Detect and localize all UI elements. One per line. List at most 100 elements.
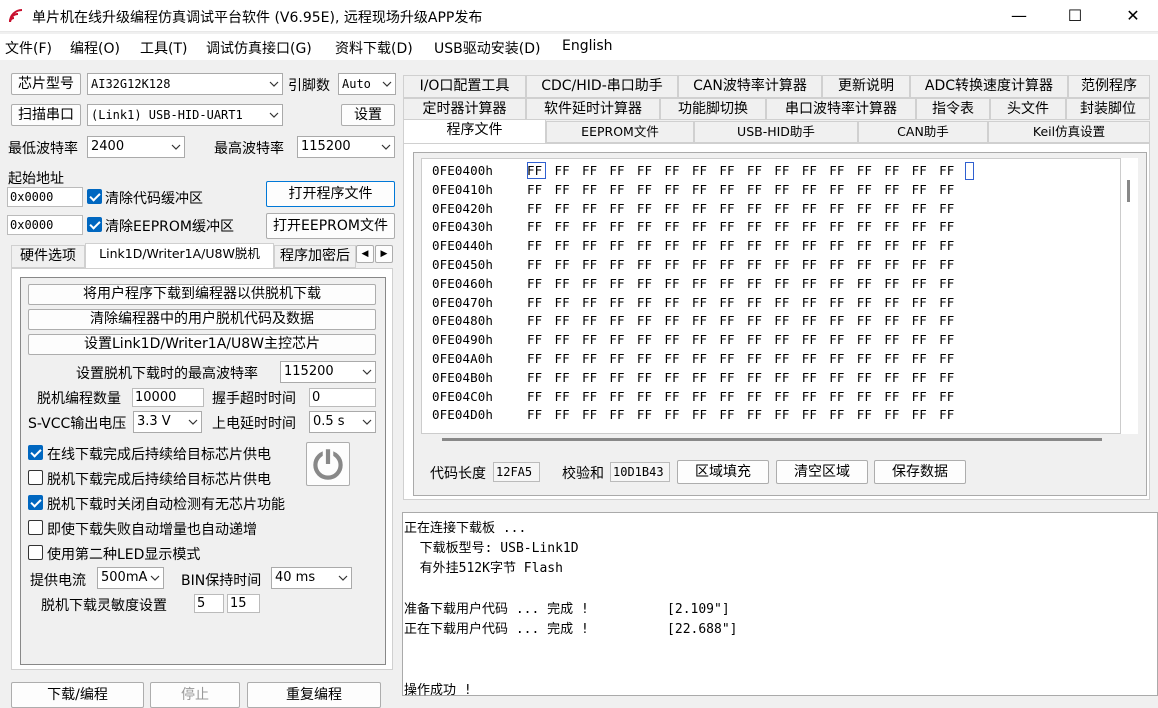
code-address-input[interactable]: 0x0000	[7, 187, 83, 207]
tab-program-encryption[interactable]: 程序加密后	[274, 245, 356, 268]
supply-current-select[interactable]: 500mA	[97, 567, 164, 589]
sensitivity-label: 脱机下载灵敏度设置	[41, 598, 167, 614]
hex-scrollbar-vertical[interactable]	[1121, 158, 1138, 434]
tab-package-pins[interactable]: 封装脚位	[1066, 98, 1150, 120]
bin-hold-value: 40 ms	[275, 570, 316, 585]
led-mode-checkbox[interactable]	[28, 545, 43, 560]
tab-io-config[interactable]: I/O口配置工具	[403, 75, 526, 98]
minimize-button[interactable]: —	[996, 0, 1042, 32]
handshake-timeout-input[interactable]: 0	[309, 388, 376, 407]
min-baud-select[interactable]: 2400	[87, 136, 185, 158]
svcc-value: 3.3 V	[137, 414, 171, 429]
menu-tools[interactable]: 工具(T)	[140, 38, 187, 58]
offline-max-baud-select[interactable]: 115200	[280, 361, 376, 383]
tab-scroll-left-icon[interactable]: ◀	[356, 245, 374, 263]
tab-can-helper[interactable]: CAN助手	[858, 121, 988, 143]
chip-type-select[interactable]: AI32G12K128	[87, 73, 283, 95]
bin-hold-label: BIN保持时间	[181, 573, 262, 589]
stop-button[interactable]: 停止	[150, 682, 240, 708]
hex-row: 0FE0450h FF FF FF FF FF FF FF FF FF FF FF…	[432, 257, 954, 272]
scan-port-button[interactable]: 扫描串口	[11, 104, 81, 126]
repeat-program-button[interactable]: 重复编程	[247, 682, 381, 708]
eeprom-address-input[interactable]: 0x0000	[7, 215, 83, 235]
checksum-value: 10D1B43	[610, 462, 670, 482]
svcc-select[interactable]: 3.3 V	[133, 411, 202, 433]
chevron-down-icon	[382, 81, 392, 87]
tab-release-notes[interactable]: 更新说明	[822, 75, 910, 98]
keep-power-offline-checkbox[interactable]	[28, 470, 43, 485]
download-to-programmer-button[interactable]: 将用户程序下载到编程器以供脱机下载	[28, 284, 376, 305]
tab-delay-calc[interactable]: 软件延时计算器	[526, 98, 660, 120]
start-address-label: 起始地址	[8, 171, 64, 187]
menu-file[interactable]: 文件(F)	[5, 38, 52, 58]
hex-row-address: 0FE0420h	[432, 200, 494, 216]
tab-examples[interactable]: 范例程序	[1068, 75, 1150, 98]
tab-header-file[interactable]: 头文件	[990, 98, 1066, 120]
clear-area-button[interactable]: 清空区域	[776, 460, 868, 484]
chip-type-button[interactable]: 芯片型号	[11, 73, 81, 95]
keep-power-online-checkbox[interactable]	[28, 445, 43, 460]
clear-programmer-code-button[interactable]: 清除编程器中的用户脱机代码及数据	[28, 309, 376, 330]
log-line: 下载板型号: USB-Link1D	[404, 541, 579, 557]
tab-adc-speed-calc[interactable]: ADC转换速度计算器	[910, 75, 1068, 98]
menu-english[interactable]: English	[562, 38, 613, 54]
clear-eeprom-buffer-checkbox[interactable]	[87, 217, 102, 232]
tab-offline[interactable]: Link1D/Writer1A/U8W脱机	[85, 243, 274, 269]
settings-button[interactable]: 设置	[341, 104, 395, 126]
power-delay-select[interactable]: 0.5 s	[309, 411, 376, 433]
tab-uart-baud-calc[interactable]: 串口波特率计算器	[766, 98, 916, 120]
window-title: 单片机在线升级编程仿真调试平台软件 (V6.95E), 远程现场升级APP发布	[32, 10, 483, 26]
hex-row-address: 0FE0470h	[432, 294, 494, 310]
chevron-down-icon	[338, 575, 348, 581]
checksum-label: 校验和	[562, 466, 604, 482]
hex-row: 0FE0440h FF FF FF FF FF FF FF FF FF FF FF…	[432, 238, 954, 253]
menu-debug-interface[interactable]: 调试仿真接口(G)	[206, 38, 312, 58]
maximize-button[interactable]: ☐	[1052, 0, 1098, 32]
power-button[interactable]	[306, 442, 350, 486]
tab-program-file[interactable]: 程序文件	[403, 119, 546, 144]
tab-timer-calc[interactable]: 定时器计算器	[403, 98, 526, 120]
auto-increment-checkbox[interactable]	[28, 520, 43, 535]
menu-bar: 文件(F) 编程(O) 工具(T) 调试仿真接口(G) 资料下载(D) USB驱…	[0, 34, 1158, 60]
area-fill-button[interactable]: 区域填充	[677, 460, 769, 484]
hex-row-bytes: FF FF FF FF FF FF FF FF FF FF FF FF FF F…	[527, 238, 955, 254]
tab-pin-switch[interactable]: 功能脚切换	[660, 98, 766, 120]
hex-row: 0FE0470h FF FF FF FF FF FF FF FF FF FF FF…	[432, 295, 954, 310]
hex-scrollbar-horizontal[interactable]	[442, 438, 1102, 441]
hex-row-address: 0FE0410h	[432, 181, 494, 197]
download-program-button[interactable]: 下载/编程	[11, 682, 144, 708]
tab-can-baud-calc[interactable]: CAN波特率计算器	[678, 75, 822, 98]
log-line: 操作成功 !	[404, 682, 472, 698]
set-master-chip-button[interactable]: 设置Link1D/Writer1A/U8W主控芯片	[28, 334, 376, 355]
tab-cdc-hid-serial[interactable]: CDC/HID-串口助手	[526, 75, 678, 98]
supply-current-value: 500mA	[101, 570, 148, 585]
disable-chip-detect-checkbox[interactable]	[28, 495, 43, 510]
bin-hold-select[interactable]: 40 ms	[271, 567, 352, 589]
tab-instruction-table[interactable]: 指令表	[916, 98, 990, 120]
hex-row: 0FE0430h FF FF FF FF FF FF FF FF FF FF FF…	[432, 219, 954, 234]
hex-row-address: 0FE04B0h	[432, 369, 494, 385]
sensitivity-high-input[interactable]: 15	[227, 594, 260, 613]
menu-program[interactable]: 编程(O)	[70, 38, 120, 58]
hex-scrollbar-thumb[interactable]	[1127, 180, 1130, 202]
offline-max-baud-label: 设置脱机下载时的最高波特率	[76, 366, 258, 382]
menu-downloads[interactable]: 资料下载(D)	[335, 38, 413, 58]
program-count-input[interactable]: 10000	[132, 388, 204, 407]
max-baud-select[interactable]: 115200	[297, 136, 395, 158]
hex-row-bytes: FF FF FF FF FF FF FF FF FF FF FF FF FF F…	[527, 407, 955, 423]
clear-code-buffer-checkbox[interactable]	[87, 189, 102, 204]
sensitivity-low-input[interactable]: 5	[194, 594, 224, 613]
tab-usb-hid-helper[interactable]: USB-HID助手	[694, 121, 858, 143]
tab-hardware-options[interactable]: 硬件选项	[11, 245, 85, 268]
save-data-button[interactable]: 保存数据	[874, 460, 966, 484]
tab-scroll-right-icon[interactable]: ▶	[375, 245, 393, 263]
port-select[interactable]: (Link1) USB-HID-UART1	[87, 104, 283, 126]
tab-eeprom-file[interactable]: EEPROM文件	[546, 121, 694, 143]
tab-keil-debug-settings[interactable]: Keil仿真设置	[988, 121, 1150, 143]
menu-usb-driver[interactable]: USB驱动安装(D)	[434, 38, 540, 58]
port-value: (Link1) USB-HID-UART1	[91, 108, 243, 122]
open-eeprom-file-button[interactable]: 打开EEPROM文件	[266, 213, 395, 239]
pin-count-select[interactable]: Auto	[338, 73, 396, 95]
open-program-file-button[interactable]: 打开程序文件	[266, 181, 395, 207]
close-button[interactable]: ✕	[1110, 0, 1156, 32]
